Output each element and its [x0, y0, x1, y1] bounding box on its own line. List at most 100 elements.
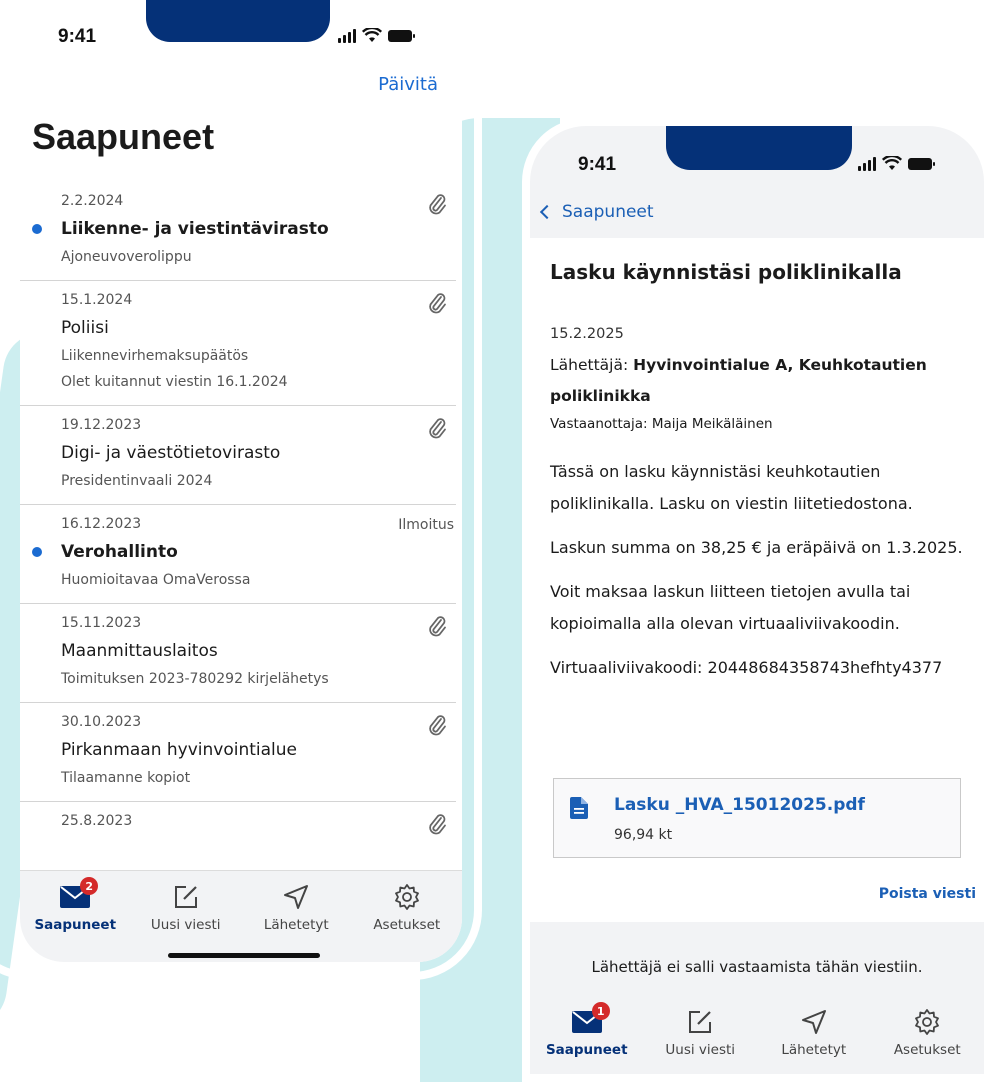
detail-header: 9:41 Saapuneet [530, 126, 984, 238]
message-detail-phone: 9:41 Saapuneet Lasku käynnistäsi polikli… [522, 118, 992, 1082]
unread-count-badge: 1 [591, 1002, 610, 1020]
tab-sent[interactable]: Lähetetyt [764, 1006, 864, 1058]
message-date: 15.11.2023 [61, 615, 142, 631]
no-reply-notice: Lähettäjä ei salli vastaamista tähän vie… [591, 958, 923, 976]
message-date: 19.12.2023 [61, 417, 142, 433]
chevron-left-icon [539, 204, 555, 220]
status-icons [858, 156, 935, 171]
message-item[interactable]: 15.11.2023 Maanmittauslaitos Toimituksen… [20, 604, 456, 703]
tab-settings[interactable]: Asetukset [357, 881, 457, 933]
page-title: Saapuneet [32, 116, 215, 157]
message-item[interactable]: 30.10.2023 Pirkanmaan hyvinvointialue Ti… [20, 703, 456, 802]
message-receipt: Olet kuitannut viestin 16.1.2024 [61, 374, 288, 390]
signal-icon [858, 156, 876, 171]
gear-icon [915, 1009, 940, 1035]
message-sender: Maanmittauslaitos [61, 641, 218, 661]
message-subject: Tilaamanne kopiot [61, 770, 191, 786]
message-sender: Lähettäjä: Hyvinvointialue A, Keuhkotaut… [550, 350, 970, 412]
message-date: 2.2.2024 [61, 193, 124, 209]
tab-label: Uusi viesti [665, 1042, 736, 1058]
status-icons [338, 28, 415, 43]
paperclip-icon [429, 616, 446, 637]
tab-settings[interactable]: Asetukset [877, 1006, 977, 1058]
sender-label: Lähettäjä: [550, 356, 629, 374]
home-indicator [686, 1078, 838, 1082]
status-time: 9:41 [578, 154, 617, 175]
message-recipient: Vastaanottaja: Maija Meikäläinen [550, 416, 773, 432]
tab-label: Asetukset [373, 917, 441, 933]
paperclip-icon [429, 715, 446, 736]
message-date: 15.1.2024 [61, 292, 133, 308]
paperclip-icon [429, 814, 446, 835]
message-date: 25.8.2023 [61, 813, 133, 829]
tab-label: Asetukset [893, 1042, 961, 1058]
message-date: 15.2.2025 [550, 326, 624, 342]
message-subject: Presidentinvaali 2024 [61, 473, 213, 489]
tab-label: Lähetetyt [781, 1042, 847, 1058]
notch [666, 126, 852, 170]
body-paragraph: Laskun summa on 38,25 € ja eräpäivä on 1… [550, 538, 963, 557]
tab-label: Uusi viesti [150, 917, 221, 933]
message-sender: Liikenne- ja viestintävirasto [61, 219, 329, 239]
message-title: Lasku käynnistäsi poliklinikalla [550, 260, 902, 284]
compose-icon [689, 1011, 712, 1033]
status-time: 9:41 [58, 26, 97, 47]
document-icon [570, 797, 588, 819]
unread-indicator [32, 224, 42, 234]
message-type-tag: Ilmoitus [398, 517, 454, 533]
message-item[interactable]: 2.2.2024 Liikenne- ja viestintävirasto A… [20, 182, 456, 281]
detail-screen: 9:41 Saapuneet Lasku käynnistäsi polikli… [522, 118, 992, 1082]
message-item[interactable]: 15.1.2024 Poliisi Liikennevirhemaksupäät… [20, 281, 456, 406]
send-icon [801, 1010, 826, 1034]
notch [146, 0, 330, 42]
message-subject: Ajoneuvoverolippu [61, 249, 192, 265]
virtual-barcode: Virtuaaliviivakoodi: 20448684358743hefht… [550, 658, 943, 677]
tab-label: Saapuneet [34, 917, 117, 933]
message-subject: Liikennevirhemaksupäätös [61, 348, 249, 364]
message-body: Tässä on lasku käynnistäsi keuhkotautien… [550, 456, 980, 696]
tab-sent[interactable]: Lähetetyt [246, 881, 346, 933]
message-item[interactable]: 19.12.2023 Digi- ja väestötietovirasto P… [20, 406, 456, 505]
attachment-card[interactable]: Lasku _HVA_15012025.pdf 96,94 kt [553, 778, 961, 858]
refresh-button[interactable]: Päivitä [378, 74, 438, 95]
message-date: 16.12.2023 [61, 516, 142, 532]
paperclip-icon [429, 293, 446, 314]
message-sender: Poliisi [61, 318, 109, 338]
compose-icon [174, 886, 197, 908]
message-sender: Pirkanmaan hyvinvointialue [61, 740, 298, 760]
tab-inbox[interactable]: 2 Saapuneet [25, 877, 125, 933]
attachment-filename[interactable]: Lasku _HVA_15012025.pdf [614, 795, 865, 815]
wifi-icon [882, 156, 902, 170]
tab-new-message[interactable]: Uusi viesti [650, 1006, 750, 1058]
message-sender: Verohallinto [61, 542, 178, 562]
wifi-icon [362, 28, 382, 42]
battery-icon [388, 29, 415, 42]
battery-icon [908, 157, 935, 170]
body-paragraph: Tässä on lasku käynnistäsi keuhkotautien… [550, 462, 913, 513]
tab-inbox[interactable]: 1 Saapuneet [537, 1002, 637, 1058]
back-button[interactable]: Saapuneet [539, 202, 654, 222]
send-icon [284, 885, 309, 909]
delete-message-button[interactable]: Poista viesti [879, 886, 976, 902]
message-subject: Toimituksen 2023-780292 kirjelähetys [61, 671, 329, 687]
home-indicator [168, 953, 320, 958]
unread-count-badge: 2 [80, 877, 99, 895]
detail-footer: Lähettäjä ei salli vastaamista tähän vie… [530, 922, 984, 1082]
unread-indicator [32, 547, 42, 557]
tab-label: Saapuneet [545, 1042, 628, 1058]
tab-label: Lähetetyt [263, 917, 329, 933]
paperclip-icon [429, 418, 446, 439]
message-item[interactable]: 25.8.2023 [20, 802, 456, 836]
message-date: 30.10.2023 [61, 714, 142, 730]
inbox-phone: 9:41 Päivitä Saapuneet 2.2.2024 Liikenne… [0, 0, 482, 980]
message-list: 2.2.2024 Liikenne- ja viestintävirasto A… [20, 182, 462, 836]
attachment-size: 96,94 kt [614, 827, 673, 843]
paperclip-icon [429, 194, 446, 215]
tab-new-message[interactable]: Uusi viesti [136, 881, 236, 933]
back-label: Saapuneet [562, 202, 654, 222]
message-subject: Huomioitavaa OmaVerossa [61, 572, 251, 588]
tab-bar: 1 Saapuneet Uusi viesti Lähetetyt Asetuk… [530, 1002, 984, 1058]
tab-bar: 2 Saapuneet Uusi viesti Lähetetyt Asetuk… [20, 870, 462, 962]
message-item[interactable]: 16.12.2023 Verohallinto Huomioitavaa Oma… [20, 505, 456, 604]
inbox-screen: 9:41 Päivitä Saapuneet 2.2.2024 Liikenne… [20, 0, 462, 962]
